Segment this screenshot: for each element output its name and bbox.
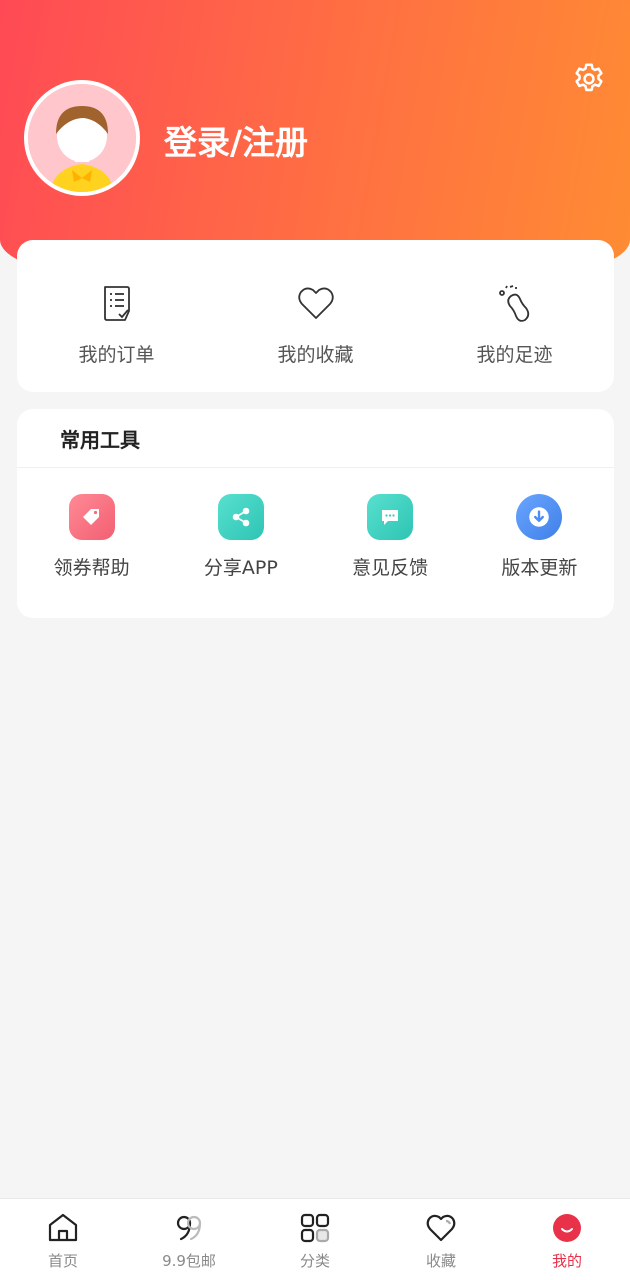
common-tools-title: 常用工具 (17, 409, 614, 468)
login-register-link[interactable]: 登录/注册 (164, 116, 308, 164)
tab-nine-nine-label: 9.9包邮 (162, 1252, 216, 1270)
my-footprints-button[interactable]: 我的足迹 (415, 240, 614, 392)
settings-icon[interactable] (570, 60, 608, 98)
my-orders-label: 我的订单 (78, 344, 155, 366)
version-update-label: 版本更新 (501, 557, 578, 579)
my-orders-button[interactable]: 我的订单 (17, 240, 216, 392)
tab-profile[interactable]: 我的 (504, 1199, 630, 1280)
grid-icon (300, 1213, 330, 1243)
nine-nine-icon (176, 1215, 202, 1241)
tab-home-label: 首页 (47, 1252, 78, 1270)
bottom-tab-bar: 首页 9.9包邮 分类 收藏 我的 (0, 1198, 630, 1280)
my-favorites-label: 我的收藏 (277, 344, 354, 366)
tab-home[interactable]: 首页 (0, 1199, 126, 1280)
message-icon (367, 494, 414, 540)
share-icon (217, 494, 264, 540)
feedback-label: 意见反馈 (352, 557, 429, 579)
tab-profile-label: 我的 (551, 1252, 582, 1270)
tag-icon (68, 494, 115, 540)
my-footprints-label: 我的足迹 (476, 344, 553, 366)
footprint-icon (498, 285, 529, 322)
tab-favorites-label: 收藏 (425, 1252, 456, 1270)
order-list-icon (103, 286, 130, 321)
profile-icon (553, 1214, 581, 1242)
heart-icon (297, 287, 334, 319)
heart-icon (426, 1214, 456, 1242)
default-avatar-icon (28, 84, 136, 192)
tab-nine-nine[interactable]: 9.9包邮 (126, 1199, 252, 1280)
tab-category-label: 分类 (299, 1252, 330, 1270)
share-app-label: 分享APP (203, 557, 278, 579)
coupon-help-label: 领券帮助 (53, 557, 130, 579)
common-tools-card: 常用工具 领券帮助 分享APP 意见反馈 版本更新 (17, 409, 614, 618)
share-app-button[interactable]: 分享APP (166, 494, 315, 580)
home-icon (48, 1213, 78, 1242)
version-update-button[interactable]: 版本更新 (465, 494, 614, 580)
download-icon (516, 494, 563, 540)
coupon-help-button[interactable]: 领券帮助 (17, 494, 166, 580)
tab-category[interactable]: 分类 (252, 1199, 378, 1280)
avatar[interactable] (24, 80, 140, 196)
quick-actions-card: 我的订单 我的收藏 我的足迹 (17, 240, 614, 392)
my-favorites-button[interactable]: 我的收藏 (216, 240, 415, 392)
feedback-button[interactable]: 意见反馈 (316, 494, 465, 580)
tab-favorites[interactable]: 收藏 (378, 1199, 504, 1280)
